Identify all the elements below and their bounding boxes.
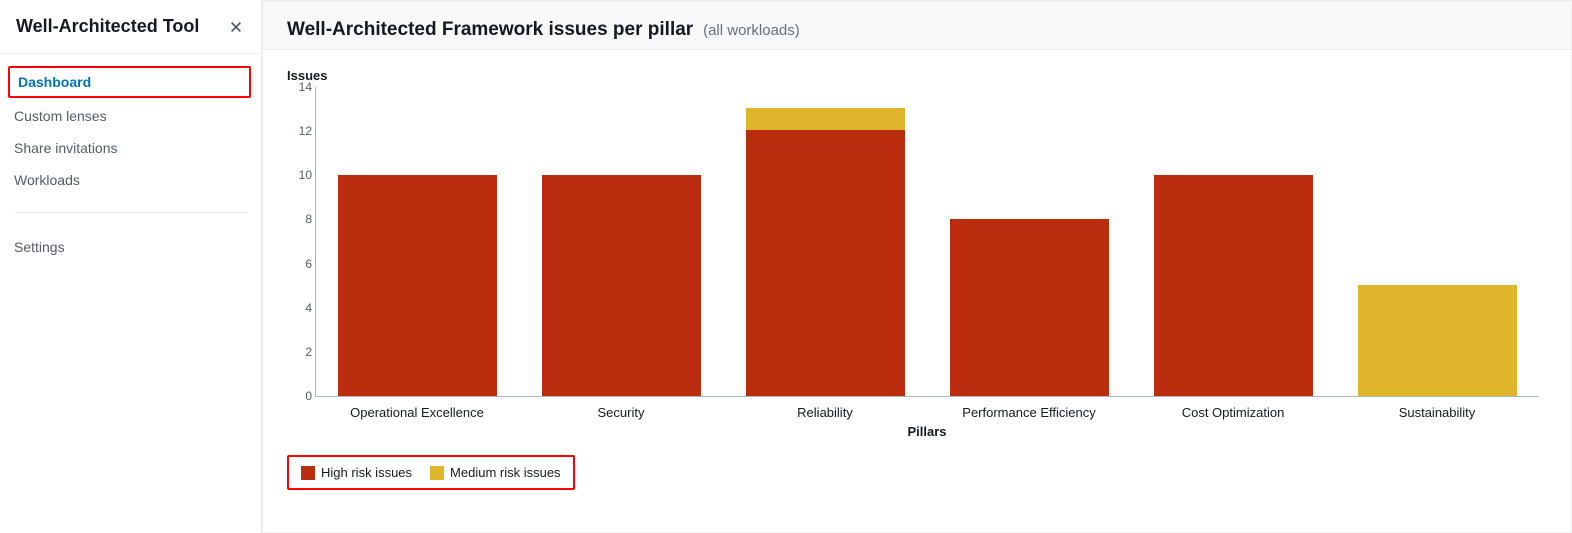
chart-x-labels: Operational ExcellenceSecurityReliabilit… [315, 405, 1539, 420]
chart: 02468101214 [315, 87, 1539, 397]
panel-subtitle: (all workloads) [703, 22, 800, 39]
chart-y-tick: 12 [292, 124, 312, 138]
chart-bar-segment-medium [746, 108, 905, 130]
app-root: Well-Architected Tool Dashboard Custom l… [0, 0, 1572, 533]
legend-item-high: High risk issues [301, 465, 412, 480]
sidebar: Well-Architected Tool Dashboard Custom l… [0, 0, 262, 533]
sidebar-header: Well-Architected Tool [0, 0, 261, 54]
chart-y-tick: 14 [292, 80, 312, 94]
chart-y-tick: 4 [292, 301, 312, 315]
legend-item-medium: Medium risk issues [430, 465, 561, 480]
chart-bar-slot [724, 87, 928, 396]
chart-bar-stack[interactable] [542, 175, 701, 396]
chart-y-tick: 2 [292, 345, 312, 359]
chart-bar-segment-medium [1358, 285, 1517, 396]
chart-bar-stack[interactable] [950, 219, 1109, 396]
sidebar-item-share-invitations[interactable]: Share invitations [0, 132, 261, 164]
chart-bar-segment-high [338, 175, 497, 396]
chart-bar-stack[interactable] [1154, 175, 1313, 396]
sidebar-item-dashboard[interactable]: Dashboard [14, 68, 245, 96]
chart-x-label: Performance Efficiency [927, 405, 1131, 420]
chart-bar-stack[interactable] [338, 175, 497, 396]
legend-swatch-high-icon [301, 466, 315, 480]
chart-x-axis-title: Pillars [315, 424, 1539, 439]
panel-header: Well-Architected Framework issues per pi… [263, 1, 1571, 50]
sidebar-item-workloads[interactable]: Workloads [0, 164, 261, 196]
chart-y-tick: 0 [292, 389, 312, 403]
main-content: Well-Architected Framework issues per pi… [262, 0, 1572, 533]
chart-bar-segment-high [746, 130, 905, 396]
issues-panel: Well-Architected Framework issues per pi… [262, 0, 1572, 533]
chart-bar-slot [927, 87, 1131, 396]
chart-y-tick: 8 [292, 212, 312, 226]
chart-bar-segment-high [1154, 175, 1313, 396]
legend-label-medium: Medium risk issues [450, 465, 561, 480]
sidebar-nav-primary: Dashboard Custom lenses Share invitation… [0, 54, 261, 206]
highlight-dashboard: Dashboard [8, 66, 251, 98]
chart-x-label: Cost Optimization [1131, 405, 1335, 420]
chart-bar-segment-high [950, 219, 1109, 396]
chart-bar-slot [1131, 87, 1335, 396]
chart-wrap: 02468101214 Operational ExcellenceSecuri… [287, 87, 1547, 439]
sidebar-nav-secondary: Settings [0, 223, 261, 273]
panel-title: Well-Architected Framework issues per pi… [287, 19, 693, 40]
chart-bar-segment-high [542, 175, 701, 396]
chart-bar-stack[interactable] [1358, 285, 1517, 396]
sidebar-divider [14, 212, 247, 213]
chart-bar-stack[interactable] [746, 108, 905, 396]
chart-bar-slot [520, 87, 724, 396]
chart-x-label: Operational Excellence [315, 405, 519, 420]
chart-x-label: Reliability [723, 405, 927, 420]
chart-plot-area: 02468101214 [315, 87, 1539, 397]
sidebar-title: Well-Architected Tool [16, 16, 199, 37]
chart-legend-highlight: High risk issues Medium risk issues [287, 455, 575, 490]
chart-x-label: Security [519, 405, 723, 420]
sidebar-item-custom-lenses[interactable]: Custom lenses [0, 100, 261, 132]
chart-y-axis-title: Issues [287, 68, 1547, 83]
sidebar-item-settings[interactable]: Settings [0, 231, 261, 263]
chart-bar-slot [316, 87, 520, 396]
panel-body: Issues 02468101214 Operational Excellenc… [263, 50, 1571, 532]
legend-swatch-medium-icon [430, 466, 444, 480]
chart-bars [316, 87, 1539, 396]
chart-y-tick: 10 [292, 168, 312, 182]
legend-label-high: High risk issues [321, 465, 412, 480]
close-icon[interactable] [227, 18, 245, 36]
chart-x-label: Sustainability [1335, 405, 1539, 420]
chart-y-tick: 6 [292, 257, 312, 271]
chart-legend-wrap: High risk issues Medium risk issues [287, 455, 1547, 490]
chart-bar-slot [1335, 87, 1539, 396]
